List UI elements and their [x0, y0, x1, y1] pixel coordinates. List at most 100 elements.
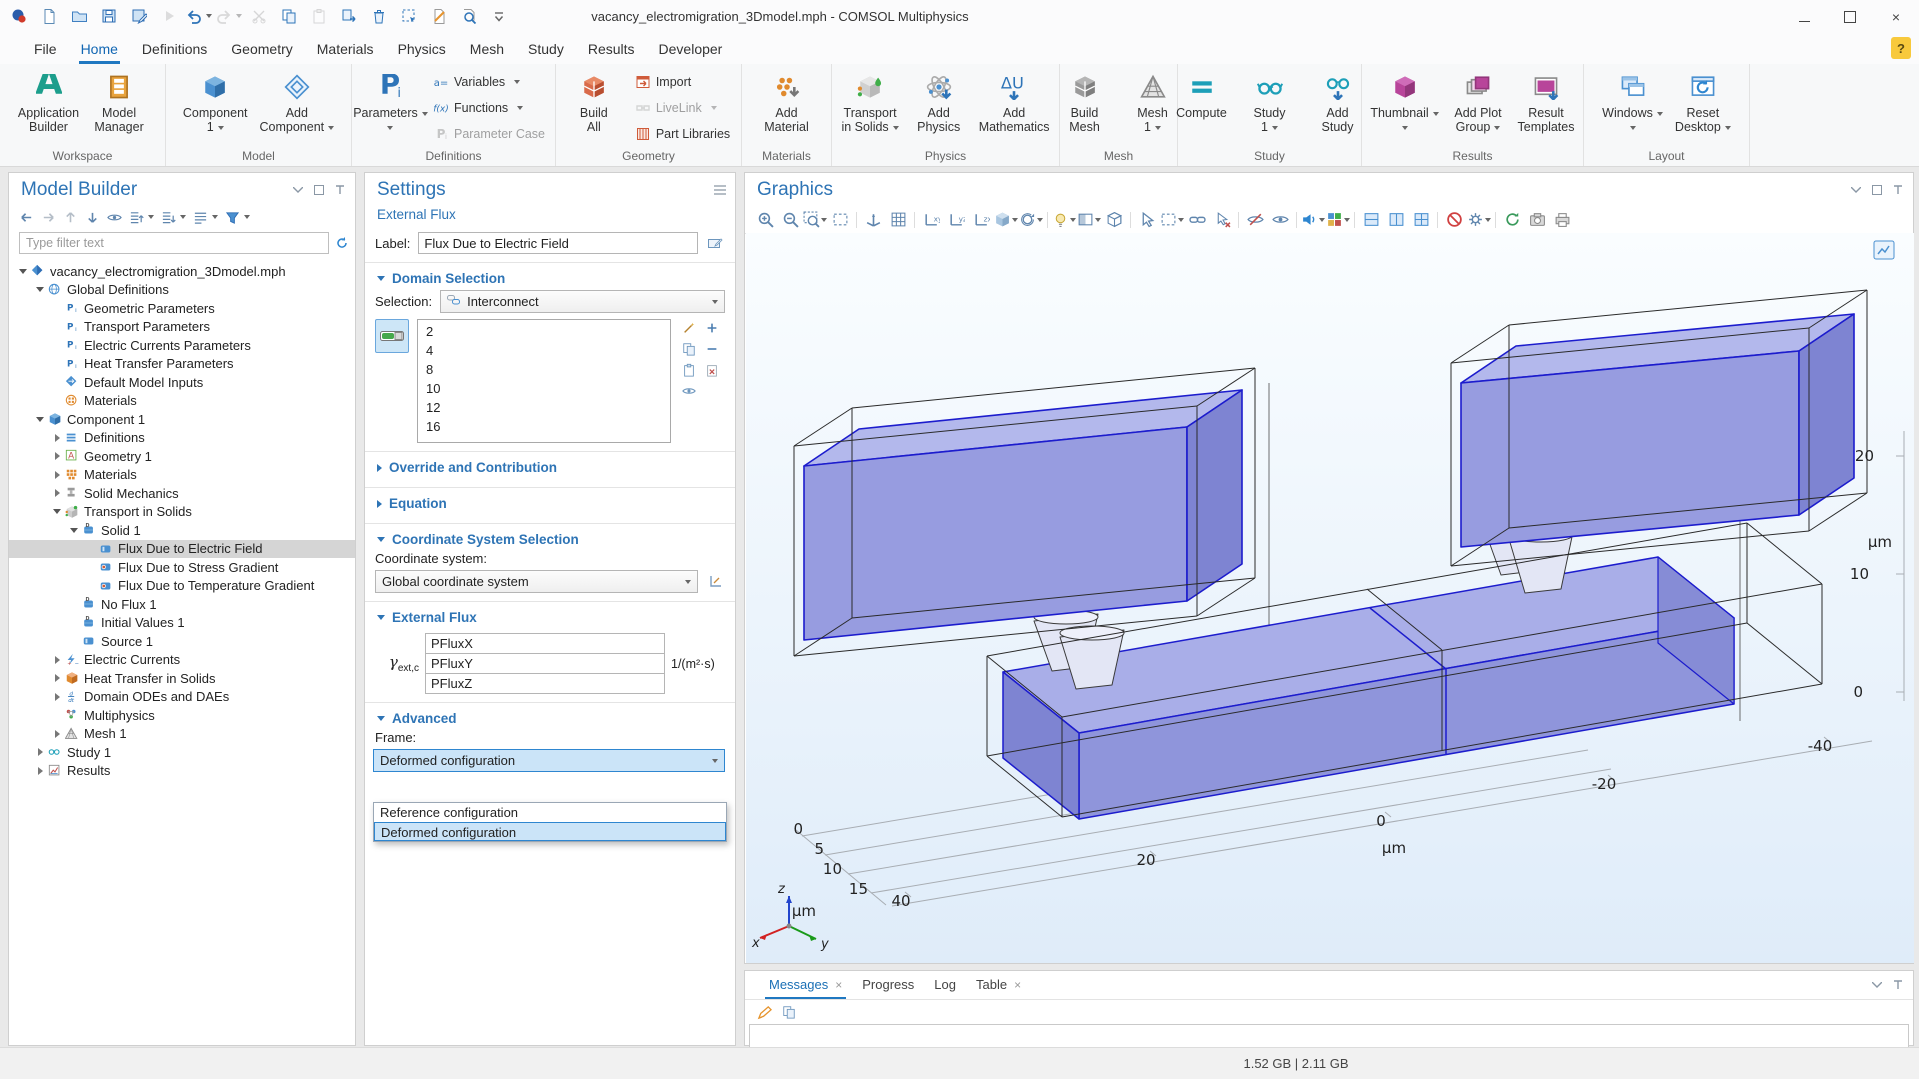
refresh-icon[interactable] [335, 236, 349, 250]
view-zx-icon[interactable]: zx [969, 209, 993, 230]
help-icon[interactable]: ? [1891, 37, 1911, 59]
ribbon-button-compute[interactable]: Compute [1169, 67, 1235, 149]
cut-icon[interactable] [246, 3, 272, 29]
copy-icon[interactable] [276, 3, 302, 29]
customize-toolbar-icon[interactable] [486, 3, 512, 29]
tree-expander-icon[interactable] [34, 767, 46, 775]
menu-tab-home[interactable]: Home [69, 34, 130, 64]
wireframe-icon[interactable] [1102, 209, 1126, 230]
tree-item-domain-odes-and-daes[interactable]: ddtDomain ODEs and DAEs [9, 688, 355, 707]
rotate-view-icon[interactable] [1019, 209, 1043, 230]
external-flux-field-y[interactable] [425, 653, 665, 673]
ribbon-button-component-1[interactable]: Component1 [178, 67, 253, 149]
selection-dropdown[interactable]: Interconnect [440, 290, 725, 313]
panel-pin-icon[interactable] [333, 183, 347, 197]
section-equation[interactable]: Equation [365, 488, 735, 515]
ribbon-button-functions[interactable]: f(x)Functions [427, 95, 551, 120]
coordinate-system-dropdown[interactable]: Global coordinate system [375, 570, 698, 593]
split-vertical-icon[interactable] [1384, 209, 1408, 230]
save-icon[interactable] [96, 3, 122, 29]
tree-item-flux-due-to-stress-gradient[interactable]: Flux Due to Stress Gradient [9, 558, 355, 577]
tree-expander-icon[interactable] [51, 452, 63, 460]
paste-icon[interactable] [306, 3, 332, 29]
tree-item-solid-mechanics[interactable]: Solid Mechanics [9, 484, 355, 503]
messages-tab-progress[interactable]: Progress [852, 971, 924, 999]
zoom-in-icon[interactable] [753, 209, 777, 230]
hide-selected-icon[interactable] [1243, 209, 1267, 230]
collapse-all-icon[interactable] [127, 208, 156, 226]
find-icon[interactable] [456, 3, 482, 29]
section-external-flux[interactable]: External Flux [365, 602, 735, 629]
tree-item-mesh-1[interactable]: Mesh 1 [9, 725, 355, 744]
ribbon-button-parameters[interactable]: PiParameters [356, 67, 425, 149]
domain-list-item[interactable]: 8 [418, 360, 670, 379]
ribbon-button-study-1[interactable]: Study1 [1237, 67, 1303, 149]
menu-tab-study[interactable]: Study [516, 34, 576, 64]
scene-light-icon[interactable] [1052, 209, 1076, 230]
tree-item-default-model-inputs[interactable]: Default Model Inputs [9, 373, 355, 392]
split-horizontal-icon[interactable] [1359, 209, 1383, 230]
show-hidden-icon[interactable] [1268, 209, 1292, 230]
tree-item-materials[interactable]: Materials [9, 392, 355, 411]
tree-expander-icon[interactable] [51, 656, 63, 664]
snapshot-icon[interactable] [1525, 209, 1549, 230]
tree-item-electric-currents-parameters[interactable]: PiElectric Currents Parameters [9, 336, 355, 355]
open-file-icon[interactable] [66, 3, 92, 29]
go-to-view-icon[interactable] [994, 209, 1018, 230]
ribbon-button-variables[interactable]: a=Variables [427, 69, 551, 94]
panel-float-icon[interactable] [1870, 183, 1884, 197]
copy-log-icon[interactable] [780, 1003, 798, 1021]
3d-scene[interactable]: 051015µm40200-20-40µm20100µmxyz [746, 233, 1914, 963]
panel-pin-icon[interactable] [1891, 183, 1905, 197]
update-scene-icon[interactable] [1500, 209, 1524, 230]
section-coordinate-system[interactable]: Coordinate System Selection [365, 524, 735, 551]
plot-settings-icon[interactable] [1467, 209, 1491, 230]
forward-icon[interactable] [39, 208, 58, 226]
filter-input[interactable] [19, 232, 329, 254]
tree-expander-icon[interactable] [34, 287, 46, 292]
minimize-button[interactable] [1781, 0, 1827, 34]
tree-item-multiphysics[interactable]: Multiphysics [9, 706, 355, 725]
ribbon-button-part-libraries[interactable]: Part Libraries [629, 121, 736, 146]
tree-item-no-flux-1[interactable]: DNo Flux 1 [9, 595, 355, 614]
tree-item-geometry-1[interactable]: AGeometry 1 [9, 447, 355, 466]
domain-list-item[interactable]: 4 [418, 341, 670, 360]
ribbon-button-model-manager[interactable]: ModelManager [86, 67, 152, 149]
annotation-icon[interactable] [755, 1003, 774, 1021]
tree-expander-icon[interactable] [68, 528, 80, 533]
external-flux-field-x[interactable] [425, 633, 665, 653]
domain-list-item[interactable]: 2 [418, 322, 670, 341]
move-down-icon[interactable] [83, 208, 102, 226]
tree-item-geometric-parameters[interactable]: PiGeometric Parameters [9, 299, 355, 318]
clear-marker-icon[interactable] [426, 3, 452, 29]
clear-selection-icon[interactable] [702, 361, 721, 378]
zoom-to-selection-icon[interactable] [679, 382, 698, 399]
close-button[interactable]: × [1873, 0, 1919, 34]
tree-expander-icon[interactable] [51, 434, 63, 442]
paste-selection-icon[interactable] [679, 361, 698, 378]
selection-disable-icon[interactable] [1442, 209, 1466, 230]
domain-list-item[interactable]: 16 [418, 417, 670, 436]
add-to-selection-icon[interactable] [702, 319, 721, 336]
label-input[interactable] [418, 232, 698, 254]
run-icon[interactable] [156, 3, 182, 29]
adjacent-selection-icon[interactable] [1185, 209, 1209, 230]
maximize-button[interactable] [1827, 0, 1873, 34]
tree-item-heat-transfer-parameters[interactable]: PiHeat Transfer Parameters [9, 355, 355, 374]
select-icon[interactable] [1135, 209, 1159, 230]
domain-list-item[interactable]: 10 [418, 379, 670, 398]
tree-expander-icon[interactable] [34, 417, 46, 422]
deselect-icon[interactable] [1210, 209, 1234, 230]
save-as-icon[interactable] [126, 3, 152, 29]
menu-tab-materials[interactable]: Materials [305, 34, 386, 64]
tree-item-results[interactable]: Results [9, 762, 355, 781]
menu-tab-results[interactable]: Results [576, 34, 647, 64]
menu-tab-developer[interactable]: Developer [647, 34, 735, 64]
tree-item-global-definitions[interactable]: Global Definitions [9, 281, 355, 300]
tree-item-vacancy-electromigration-3dmodel-mph[interactable]: vacancy_electromigration_3Dmodel.mph [9, 262, 355, 281]
undo-icon[interactable] [186, 3, 212, 29]
tree-expander-icon[interactable] [34, 748, 46, 756]
menu-tab-definitions[interactable]: Definitions [130, 34, 219, 64]
menu-tab-file[interactable]: File [22, 34, 69, 64]
ribbon-button-add-plot-group[interactable]: Add PlotGroup [1445, 67, 1511, 149]
